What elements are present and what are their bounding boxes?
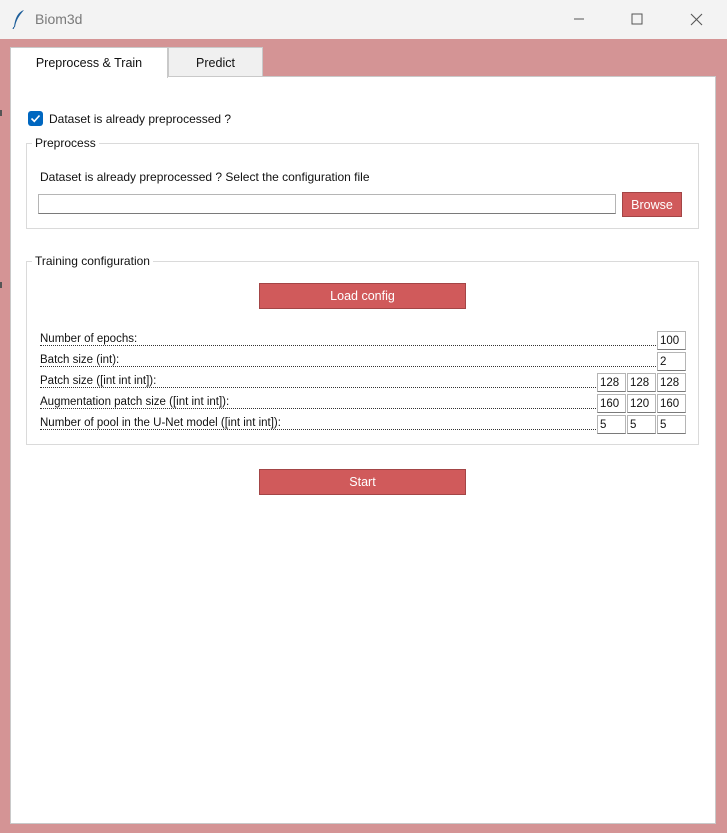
aug-patch-size-z-field[interactable] bbox=[657, 394, 686, 413]
button-label: Start bbox=[349, 475, 376, 489]
feather-icon bbox=[12, 10, 24, 29]
dotted-leader bbox=[40, 366, 656, 367]
checkbox-label: Dataset is already preprocessed ? bbox=[49, 112, 232, 126]
window-title: Biom3d bbox=[35, 11, 83, 27]
patch-size-y-field[interactable] bbox=[627, 373, 656, 392]
tab-label: Predict bbox=[196, 55, 235, 70]
num-pools-x-field[interactable] bbox=[597, 415, 626, 434]
num-pools-y-field[interactable] bbox=[627, 415, 656, 434]
param-label: Batch size (int): bbox=[40, 354, 122, 366]
param-label: Augmentation patch size ([int int int]): bbox=[40, 396, 232, 408]
close-icon bbox=[690, 13, 702, 25]
button-label: Load config bbox=[330, 289, 395, 303]
batch-size-field[interactable] bbox=[657, 352, 686, 371]
maximize-button[interactable] bbox=[608, 0, 666, 38]
aug-patch-size-x-field[interactable] bbox=[597, 394, 626, 413]
group-title: Training configuration bbox=[32, 254, 153, 268]
close-button[interactable] bbox=[667, 0, 725, 38]
param-row-num-pools: Number of pool in the U-Net model ([int … bbox=[40, 417, 596, 433]
patch-size-x-field[interactable] bbox=[597, 373, 626, 392]
param-label: Number of pool in the U-Net model ([int … bbox=[40, 417, 283, 429]
browse-button[interactable]: Browse bbox=[622, 192, 682, 217]
tab-label: Preprocess & Train bbox=[35, 56, 143, 70]
param-row-batch-size: Batch size (int): bbox=[40, 354, 656, 370]
edge-mark bbox=[0, 282, 2, 288]
dotted-leader bbox=[40, 387, 596, 388]
param-row-aug-patch-size: Augmentation patch size ([int int int]): bbox=[40, 396, 596, 412]
checkmark-icon bbox=[30, 114, 41, 123]
param-label: Number of epochs: bbox=[40, 333, 140, 345]
dotted-leader bbox=[40, 345, 656, 346]
config-file-input[interactable] bbox=[38, 194, 616, 214]
patch-size-z-field[interactable] bbox=[657, 373, 686, 392]
tab-predict[interactable]: Predict bbox=[168, 47, 263, 77]
dotted-leader bbox=[40, 429, 596, 430]
edge-mark bbox=[0, 110, 2, 116]
button-label: Browse bbox=[631, 197, 673, 212]
tab-preprocess-train[interactable]: Preprocess & Train bbox=[10, 47, 168, 78]
minimize-icon bbox=[574, 18, 584, 20]
param-row-epochs: Number of epochs: bbox=[40, 333, 656, 349]
minimize-button[interactable] bbox=[550, 0, 608, 38]
aug-patch-size-y-field[interactable] bbox=[627, 394, 656, 413]
dotted-leader bbox=[40, 408, 596, 409]
maximize-icon bbox=[631, 13, 643, 25]
epochs-field[interactable] bbox=[657, 331, 686, 350]
param-row-patch-size: Patch size ([int int int]): bbox=[40, 375, 596, 391]
start-button[interactable]: Start bbox=[259, 469, 466, 495]
title-bar: Biom3d bbox=[0, 0, 727, 40]
num-pools-z-field[interactable] bbox=[657, 415, 686, 434]
preprocess-instruction: Dataset is already preprocessed ? Select… bbox=[40, 170, 370, 184]
param-label: Patch size ([int int int]): bbox=[40, 375, 159, 387]
group-title: Preprocess bbox=[32, 136, 99, 150]
dataset-preprocessed-checkbox[interactable] bbox=[28, 111, 43, 126]
load-config-button[interactable]: Load config bbox=[259, 283, 466, 309]
preprocess-group: Preprocess bbox=[26, 136, 699, 229]
